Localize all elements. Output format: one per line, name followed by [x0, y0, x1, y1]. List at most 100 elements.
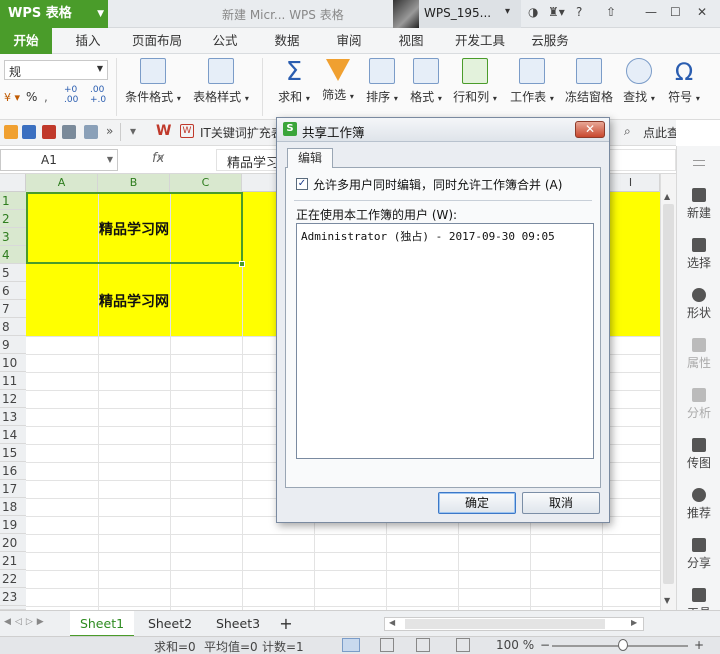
conditional-format-button[interactable]: 条件格式 ▾	[122, 56, 184, 105]
scroll-right-icon[interactable]: ▶	[631, 618, 637, 627]
save-icon[interactable]	[22, 125, 36, 139]
currency-icon[interactable]: ¥ ▾	[4, 91, 20, 104]
merged-cell-a5-text[interactable]: 精品学习网	[26, 291, 242, 311]
freeze-panes-button[interactable]: 冻结窗格	[564, 56, 614, 105]
sheet-tab-3[interactable]: Sheet3	[206, 611, 270, 637]
pane-new[interactable]: 新建	[677, 188, 720, 221]
format-button[interactable]: 格式 ▾	[406, 56, 446, 105]
column-header[interactable]: A	[26, 174, 98, 192]
tab-page-layout[interactable]: 页面布局	[126, 28, 188, 54]
sheet-nav-icon[interactable]: ◀◁▷▶	[4, 617, 48, 627]
row-header[interactable]: 22	[0, 570, 26, 588]
tab-edit[interactable]: 编辑	[287, 148, 333, 168]
more-icon[interactable]: »	[106, 124, 113, 138]
maximize-button[interactable]: ☐	[670, 5, 681, 19]
column-header[interactable]: I	[602, 174, 660, 192]
tab-review[interactable]: 审阅	[328, 28, 370, 54]
doc-tab[interactable]: IT关键词扩充表	[200, 124, 276, 141]
open-icon[interactable]	[4, 125, 18, 139]
allow-multi-user-label[interactable]: 允许多用户同时编辑，同时允许工作簿合并 (A)	[313, 176, 562, 193]
column-header[interactable]: C	[170, 174, 242, 192]
row-header[interactable]: 14	[0, 426, 26, 444]
table-style-button[interactable]: 表格样式 ▾	[190, 56, 252, 105]
row-header[interactable]: 3	[0, 228, 26, 246]
row-header[interactable]: 11	[0, 372, 26, 390]
command-search[interactable]: 点此查找命令	[643, 124, 676, 141]
print-preview-icon[interactable]	[84, 125, 98, 139]
ok-button[interactable]: 确定	[438, 492, 516, 514]
scroll-down-icon[interactable]: ▼	[664, 596, 670, 605]
pane-upload-image[interactable]: 传图	[677, 438, 720, 471]
close-button[interactable]: ✕	[697, 5, 707, 19]
row-column-button[interactable]: 行和列 ▾	[450, 56, 500, 105]
tab-insert[interactable]: 插入	[66, 28, 110, 54]
dialog-close-button[interactable]: ✕	[575, 121, 605, 138]
row-header[interactable]: 7	[0, 300, 26, 318]
export-pdf-icon[interactable]	[42, 125, 56, 139]
sum-button[interactable]: Σ 求和 ▾	[274, 56, 314, 105]
minimize-button[interactable]: —	[645, 5, 657, 19]
find-button[interactable]: 查找 ▾	[620, 56, 658, 105]
zoom-out-icon[interactable]: −	[540, 638, 550, 652]
name-box[interactable]: A1 ▼	[0, 149, 118, 171]
worksheet-button[interactable]: 工作表 ▾	[506, 56, 558, 105]
filter-button[interactable]: 筛选 ▾	[318, 56, 358, 103]
row-header[interactable]: 5	[0, 264, 26, 282]
users-list[interactable]: Administrator (独占) - 2017-09-30 09:05	[296, 223, 594, 459]
sheet-tab-1[interactable]: Sheet1	[70, 611, 134, 637]
row-header[interactable]: 17	[0, 480, 26, 498]
row-header[interactable]: 1	[0, 192, 26, 210]
row-header[interactable]: 6	[0, 282, 26, 300]
print-icon[interactable]	[62, 125, 76, 139]
sheet-tab-2[interactable]: Sheet2	[138, 611, 202, 637]
user-account[interactable]: WPS_195... ▾	[393, 0, 521, 28]
percent-button[interactable]: %	[26, 90, 37, 104]
fx-icon[interactable]: fx	[152, 151, 164, 166]
row-header[interactable]: 20	[0, 534, 26, 552]
number-format-select[interactable]: 规 ▼	[4, 60, 108, 80]
row-header[interactable]: 4	[0, 246, 26, 264]
row-header[interactable]: 18	[0, 498, 26, 516]
column-header[interactable]: B	[98, 174, 170, 192]
zoom-in-icon[interactable]: +	[694, 638, 704, 652]
row-header[interactable]: 2	[0, 210, 26, 228]
row-header[interactable]: 8	[0, 318, 26, 336]
row-header[interactable]: 10	[0, 354, 26, 372]
shirt-icon[interactable]: ♜▾	[548, 5, 565, 19]
scroll-thumb[interactable]	[663, 204, 674, 584]
chevron-down-icon[interactable]: ▾	[130, 124, 136, 138]
list-item[interactable]: Administrator (独占) - 2017-09-30 09:05	[301, 228, 555, 244]
zoom-level[interactable]: 100 %	[496, 638, 534, 652]
row-header[interactable]: 13	[0, 408, 26, 426]
fill-handle[interactable]	[239, 261, 245, 267]
cancel-button[interactable]: 取消	[522, 492, 600, 514]
pane-select[interactable]: 选择	[677, 238, 720, 271]
comma-icon[interactable]: ,	[44, 90, 48, 104]
dialog-titlebar[interactable]: S 共享工作簿 ✕	[277, 118, 609, 142]
pane-recommend[interactable]: 推荐	[677, 488, 720, 521]
row-header[interactable]: 21	[0, 552, 26, 570]
skin-icon[interactable]: ◑	[528, 5, 538, 19]
increase-decimal-icon[interactable]: +0.00	[64, 85, 78, 105]
add-sheet-button[interactable]: +	[274, 611, 298, 637]
normal-view-icon[interactable]	[342, 638, 360, 652]
eye-protect-icon[interactable]	[456, 638, 470, 652]
scroll-left-icon[interactable]: ◀	[389, 618, 395, 627]
page-layout-icon[interactable]	[380, 638, 394, 652]
row-header[interactable]: 16	[0, 462, 26, 480]
row-header[interactable]: 19	[0, 516, 26, 534]
scroll-thumb[interactable]	[405, 619, 605, 629]
zoom-slider-thumb[interactable]	[618, 639, 628, 651]
tab-view[interactable]: 视图	[390, 28, 432, 54]
decrease-decimal-icon[interactable]: .00 +.0	[90, 85, 106, 105]
search-icon[interactable]: ⌕	[624, 124, 631, 139]
tab-data[interactable]: 数据	[266, 28, 308, 54]
select-all-corner[interactable]	[0, 174, 26, 192]
tab-home[interactable]: 开始	[0, 28, 52, 54]
symbol-button[interactable]: Ω 符号 ▾	[664, 56, 704, 105]
help-button[interactable]: ?	[576, 5, 582, 19]
row-header[interactable]: 12	[0, 390, 26, 408]
pane-share[interactable]: 分享	[677, 538, 720, 571]
tab-cloud[interactable]: 云服务	[524, 28, 576, 54]
sort-button[interactable]: 排序 ▾	[362, 56, 402, 105]
